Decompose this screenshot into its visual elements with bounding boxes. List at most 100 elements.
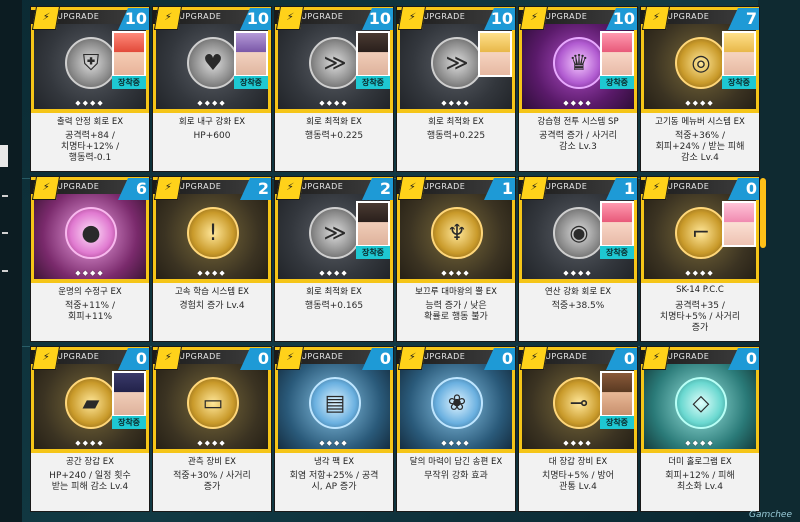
item-name: 냉각 팩 EX [313,457,355,467]
rarity-diamonds: ◆◆◆◆ [197,439,227,447]
scrollbar-thumb[interactable] [760,178,766,248]
card-divider [519,281,637,283]
rarity-diamonds: ◆◆◆◆ [197,269,227,277]
target-circle-icon: ◉ [553,207,605,259]
speed-lines-icon: ≫ [309,37,361,89]
right-panel-edge [758,0,800,522]
upgrade-tag-icon: ⚡ [519,347,549,370]
demon-horn-icon: ♆ [431,207,483,259]
card-divider [153,111,271,113]
rarity-diamonds: ◆◆◆◆ [685,439,715,447]
equipment-card[interactable]: UPGRADE ⚡ 0 ⊸ 장착중 ◆◆◆◆ 대 장갑 장비 EX 치명타+5%… [518,346,638,512]
rarity-diamonds: ◆◆◆◆ [441,439,471,447]
equipment-card[interactable]: UPGRADE ⚡ 10 ♥ 장착중 ◆◆◆◆ 회로 내구 강화 EX HP+6… [152,6,272,172]
rarity-diamonds: ◆◆◆◆ [75,439,105,447]
rarity-diamonds: ◆◆◆◆ [563,269,593,277]
equipment-card[interactable]: UPGRADE ⚡ 6 ● ◆◆◆◆ 운명의 수정구 EX 적중+11% / 회… [30,176,150,342]
equipped-badge: 장착중 [600,76,634,89]
item-name: SK-14 P.C.C [676,285,724,295]
character-portrait [356,31,390,77]
item-name: 고기동 메뉴버 시스템 EX [655,117,745,127]
rarity-diamonds: ◆◆◆◆ [685,99,715,107]
cannon-icon: ⊸ [553,377,605,429]
rarity-diamonds: ◆◆◆◆ [441,99,471,107]
character-portrait [234,31,268,77]
card-divider [275,111,393,113]
equipment-card[interactable]: UPGRADE ⚡ 1 ◉ 장착중 ◆◆◆◆ 연산 강화 회로 EX 적중+38… [518,176,638,342]
card-divider [31,451,149,453]
card-divider [641,281,759,283]
upgrade-tag-icon: ⚡ [153,7,183,30]
card-divider [31,111,149,113]
item-name: 출력 안정 회로 EX [56,117,124,127]
item-name: 회로 최적화 EX [306,287,362,297]
equipment-card[interactable]: UPGRADE ⚡ 10 ⛨ 장착중 ◆◆◆◆ 출력 안정 회로 EX 공격력+… [30,6,150,172]
card-divider [519,451,637,453]
character-portrait [356,201,390,247]
upgrade-tag-icon: ⚡ [31,177,61,200]
item-description: 치명타+5% / 방어 관통 Lv.4 [542,471,614,492]
card-divider [31,281,149,283]
item-name: 회로 내구 강화 EX [178,117,246,127]
upgrade-tag-icon: ⚡ [519,177,549,200]
item-name: 보끄루 대마왕의 뿔 EX [415,287,497,297]
equipment-card[interactable]: UPGRADE ⚡ 2 ! ◆◆◆◆ 고속 학습 시스템 EX 경험치 증가 L… [152,176,272,342]
equipment-card[interactable]: UPGRADE ⚡ 10 ≫ ◆◆◆◆ 회로 최적화 EX 행동력+0.225 [396,6,516,172]
rarity-diamonds: ◆◆◆◆ [319,439,349,447]
equipment-card[interactable]: UPGRADE ⚡ 0 ▰ 장착중 ◆◆◆◆ 공간 장갑 EX HP+240 /… [30,346,150,512]
equipment-card[interactable]: UPGRADE ⚡ 10 ♛ 장착중 ◆◆◆◆ 강습형 전투 시스템 SP 공격… [518,6,638,172]
upgrade-tag-icon: ⚡ [519,7,549,30]
equipped-badge: 장착중 [722,76,756,89]
edge-marker [2,195,8,197]
equipment-card[interactable]: UPGRADE ⚡ 0 ▤ ◆◆◆◆ 냉각 팩 EX 회염 저항+25% / 공… [274,346,394,512]
item-description: 적중+36% / 회피+24% / 받는 피해 감소 Lv.4 [655,131,745,163]
equipment-card[interactable]: UPGRADE ⚡ 0 ◇ ◆◆◆◆ 더미 홀로그램 EX 회피+12% / 피… [640,346,760,512]
watermark: Gamchee [749,510,792,520]
card-divider [397,281,515,283]
character-portrait [600,371,634,417]
item-description: 적중+11% / 회피+11% [65,301,115,322]
target-ring-icon: ◎ [675,37,727,89]
heart-chevron-icon: ♥ [187,37,239,89]
edge-marker [2,270,8,272]
crystal-ball-icon: ● [65,207,117,259]
upgrade-tag-icon: ⚡ [397,347,427,370]
equipment-card[interactable]: UPGRADE ⚡ 2 ≫ 장착중 ◆◆◆◆ 회로 최적화 EX 행동력+0.1… [274,176,394,342]
rarity-diamonds: ◆◆◆◆ [75,99,105,107]
rarity-diamonds: ◆◆◆◆ [75,269,105,277]
collapse-tab[interactable] [0,145,8,167]
card-divider [275,281,393,283]
equipment-card[interactable]: UPGRADE ⚡ 0 ❀ ◆◆◆◆ 달의 마력이 담긴 송편 EX 무작위 강… [396,346,516,512]
equipment-card[interactable]: UPGRADE ⚡ 1 ♆ ◆◆◆◆ 보끄루 대마왕의 뿔 EX 능력 증가 /… [396,176,516,342]
monitor-tripod-icon: ▭ [187,377,239,429]
character-portrait [600,31,634,77]
item-name: 회로 최적화 EX [306,117,362,127]
item-description: 적중+38.5% [551,301,605,311]
upgrade-tag-icon: ⚡ [641,347,671,370]
item-name: 더미 홀로그램 EX [668,457,732,467]
upgrade-tag-icon: ⚡ [641,177,671,200]
equipped-badge: 장착중 [356,76,390,89]
speed-lines-icon: ≫ [309,207,361,259]
card-divider [641,451,759,453]
equipment-card[interactable]: UPGRADE ⚡ 0 ⌐ ◆◆◆◆ SK-14 P.C.C 공격력+35 / … [640,176,760,342]
equipment-card[interactable]: UPGRADE ⚡ 7 ◎ 장착중 ◆◆◆◆ 고기동 메뉴버 시스템 EX 적중… [640,6,760,172]
item-description: 경험치 증가 Lv.4 [179,301,245,311]
exclamation-badge-icon: ! [187,207,239,259]
card-divider [153,281,271,283]
upgrade-tag-icon: ⚡ [31,347,61,370]
shield-chevron-icon: ⛨ [65,37,117,89]
item-description: 무작위 강화 효과 [424,471,488,481]
item-description: HP+600 [193,131,231,141]
character-portrait [600,201,634,247]
equipment-card[interactable]: UPGRADE ⚡ 0 ▭ ◆◆◆◆ 관측 장비 EX 적중+30% / 사거리… [152,346,272,512]
card-divider [519,111,637,113]
equipped-badge: 장착중 [600,246,634,259]
left-panel-edge [0,0,22,522]
item-name: 연산 강화 회로 EX [544,287,612,297]
rarity-diamonds: ◆◆◆◆ [563,439,593,447]
armor-plate-icon: ▰ [65,377,117,429]
rarity-diamonds: ◆◆◆◆ [319,99,349,107]
equipment-card[interactable]: UPGRADE ⚡ 10 ≫ 장착중 ◆◆◆◆ 회로 최적화 EX 행동력+0.… [274,6,394,172]
item-name: 운명의 수정구 EX [58,287,122,297]
